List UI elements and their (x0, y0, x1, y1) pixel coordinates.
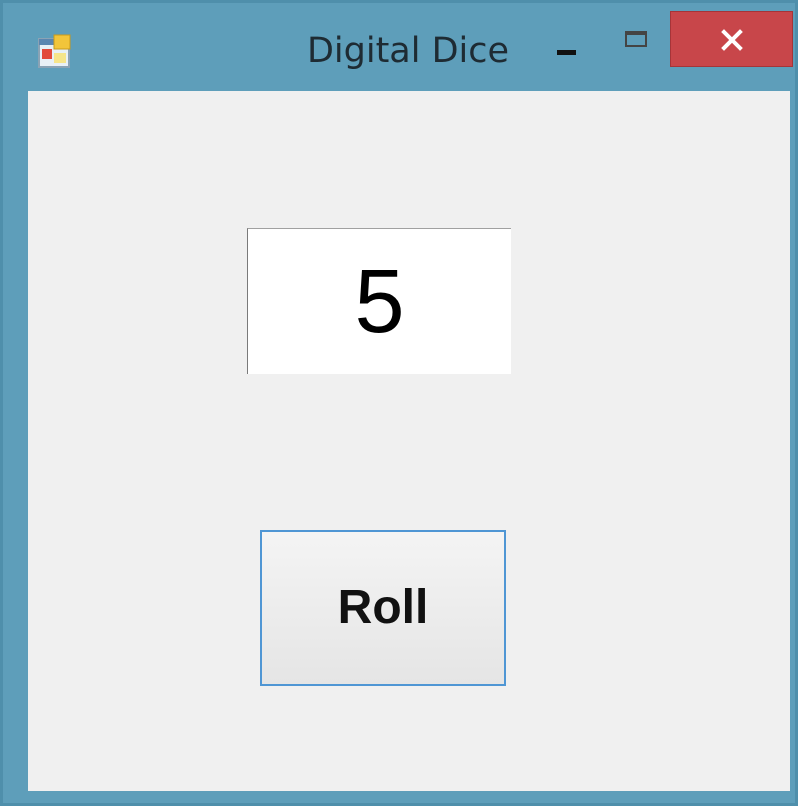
minimize-icon (557, 50, 576, 55)
title-bar[interactable]: Digital Dice (3, 3, 795, 91)
app-form-icon[interactable] (37, 33, 75, 71)
roll-button[interactable]: Roll (260, 530, 506, 686)
minimize-button[interactable] (537, 13, 597, 73)
close-button[interactable] (670, 11, 793, 67)
close-icon (721, 29, 743, 51)
form-client-area: 5 Roll (28, 91, 790, 791)
maximize-button[interactable] (607, 13, 667, 73)
maximize-icon (625, 31, 647, 47)
app-window: Digital Dice 5 Roll (0, 0, 798, 806)
dice-result-display: 5 (247, 228, 511, 374)
